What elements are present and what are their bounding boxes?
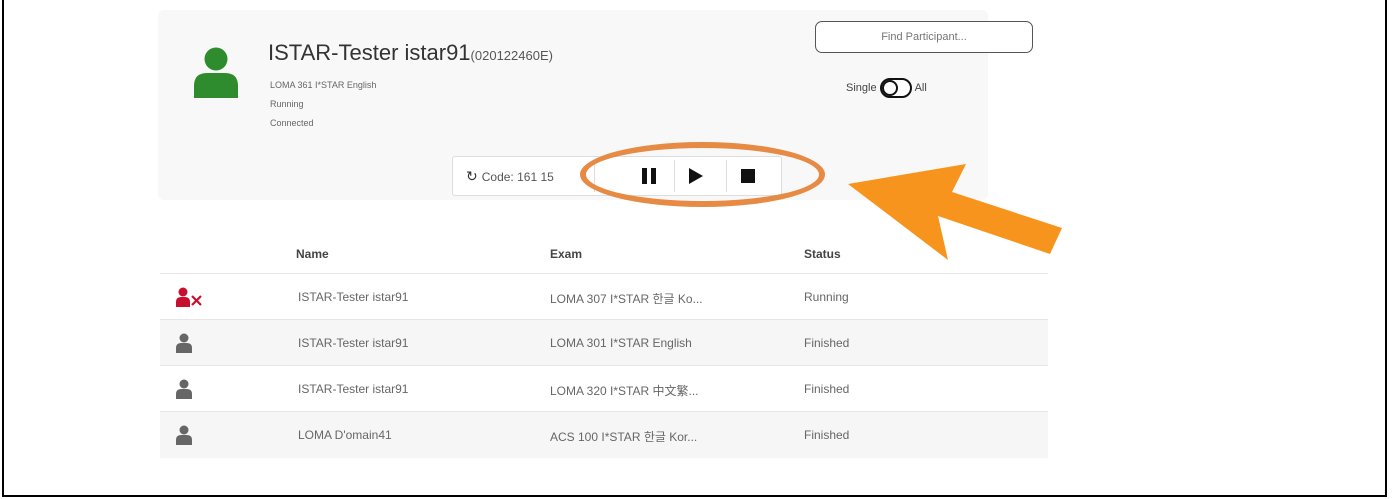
row-status: Finished <box>804 336 850 350</box>
user-icon <box>176 425 192 445</box>
toggle-single-label: Single <box>846 82 877 94</box>
participant-name: ISTAR-Tester istar91 <box>268 40 471 65</box>
row-exam: ACS 100 I*STAR 한글 Kor... <box>550 430 698 444</box>
row-name: ISTAR-Tester istar91 <box>298 290 409 304</box>
row-status: Finished <box>804 428 850 442</box>
access-code: ↻ Code: 161 15 <box>466 168 554 185</box>
toggle-all-label: All <box>914 82 927 94</box>
row-name: LOMA D'omain41 <box>298 428 392 442</box>
code-label: Code: 161 <box>481 170 538 184</box>
user-icon <box>176 379 192 399</box>
user-icon <box>176 333 192 353</box>
table-row[interactable]: LOMA D'omain41 ACS 100 I*STAR 한글 Kor... … <box>160 411 1048 458</box>
single-all-toggle[interactable] <box>879 78 912 98</box>
find-participant-field[interactable] <box>815 21 1033 53</box>
play-icon <box>689 168 703 184</box>
column-header-status[interactable]: Status <box>804 247 841 261</box>
table-row[interactable]: ISTAR-Tester istar91 LOMA 320 I*STAR 中文繁… <box>160 365 1048 412</box>
row-status: Finished <box>804 382 850 396</box>
participant-title: ISTAR-Tester istar91(020122460E) <box>268 40 553 66</box>
pause-button[interactable] <box>630 157 668 195</box>
row-status: Running <box>804 290 849 304</box>
pause-icon <box>642 168 656 184</box>
table-row[interactable]: ISTAR-Tester istar91 LOMA 301 I*STAR Eng… <box>160 319 1048 366</box>
participant-avatar-icon <box>194 47 238 98</box>
refresh-icon[interactable]: ↻ <box>466 168 478 184</box>
row-name: ISTAR-Tester istar91 <box>298 336 409 350</box>
participant-state: Running <box>270 99 304 109</box>
row-exam: LOMA 320 I*STAR 中文繁... <box>550 384 699 398</box>
column-header-name[interactable]: Name <box>296 247 329 261</box>
table-row[interactable]: ISTAR-Tester istar91 LOMA 307 I*STAR 한글 … <box>160 273 1048 320</box>
participant-connection: Connected <box>270 118 314 128</box>
row-exam: LOMA 301 I*STAR English <box>550 336 692 350</box>
play-button[interactable] <box>677 157 715 195</box>
find-participant-input[interactable] <box>816 22 1032 52</box>
user-disconnected-icon <box>176 287 202 307</box>
row-exam: LOMA 307 I*STAR 한글 Ko... <box>550 292 703 306</box>
stop-button[interactable] <box>729 157 767 195</box>
column-header-exam[interactable]: Exam <box>550 247 582 261</box>
single-all-toggle-row: Single All <box>846 78 927 98</box>
code-tail: 15 <box>540 170 554 184</box>
stop-icon <box>741 169 755 183</box>
divider <box>674 160 675 192</box>
row-name: ISTAR-Tester istar91 <box>298 382 409 396</box>
participant-id: (020122460E) <box>470 48 553 63</box>
divider <box>726 160 727 192</box>
participant-exam: LOMA 361 I*STAR English <box>270 80 377 90</box>
divider <box>594 160 595 192</box>
